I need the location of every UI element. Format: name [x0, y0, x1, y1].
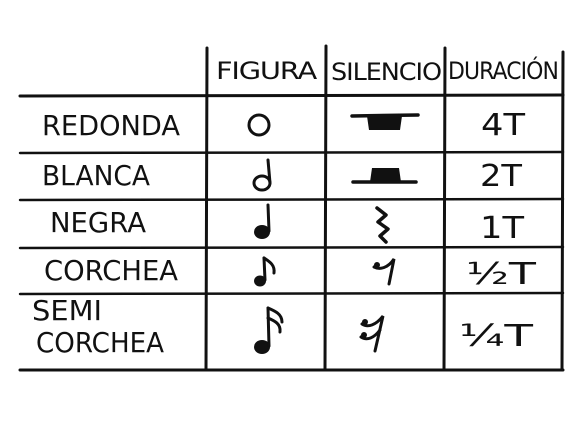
table-header: FIGURA SILENCIO DURACIÓN	[216, 55, 559, 86]
whole-note-icon	[247, 113, 271, 137]
header-silencio: SILENCIO	[331, 58, 441, 86]
row-divider-1	[18, 150, 565, 155]
row-label-negra: NEGRA	[50, 206, 146, 239]
music-figures-table: FIGURA SILENCIO DURACIÓN REDONDA BLANCA …	[18, 44, 565, 372]
duration-semicorchea: ¼T	[459, 319, 534, 354]
header-duracion: DURACIÓN	[448, 55, 558, 85]
eighth-rest-icon	[372, 258, 396, 286]
row-label-corchea: CORCHEA	[44, 254, 178, 287]
figure-column	[247, 113, 284, 354]
duration-blanca: 2T	[480, 159, 523, 194]
duration-corchea: ½T	[466, 257, 537, 292]
row-label-redonda: REDONDA	[42, 109, 180, 142]
row-labels: REDONDA BLANCA NEGRA CORCHEA SEMI CORCHE…	[32, 109, 180, 359]
sixteenth-note-icon	[254, 306, 284, 354]
half-rest-icon	[351, 168, 418, 184]
half-note-icon	[252, 158, 272, 192]
eighth-note-icon	[254, 256, 276, 287]
quarter-rest-icon	[375, 206, 390, 244]
duration-redonda: 4T	[481, 108, 526, 143]
silencio-column	[350, 113, 420, 353]
header-figura: FIGURA	[216, 57, 318, 85]
row-divider-2	[18, 197, 565, 202]
quarter-note-icon	[254, 203, 271, 239]
row-divider-3	[18, 245, 565, 250]
row-label-blanca: BLANCA	[42, 159, 150, 192]
row-divider-header	[18, 93, 565, 98]
column-divider-4	[560, 50, 565, 372]
duration-negra: 1T	[480, 211, 525, 246]
duration-column: 4T 2T 1T ½T ¼T	[459, 108, 537, 354]
row-label-semi-corchea-line1: SEMI	[32, 294, 102, 327]
row-label-semi-corchea-line2: CORCHEA	[36, 326, 164, 359]
whole-rest-icon	[350, 113, 420, 130]
sixteenth-rest-icon	[359, 315, 385, 353]
